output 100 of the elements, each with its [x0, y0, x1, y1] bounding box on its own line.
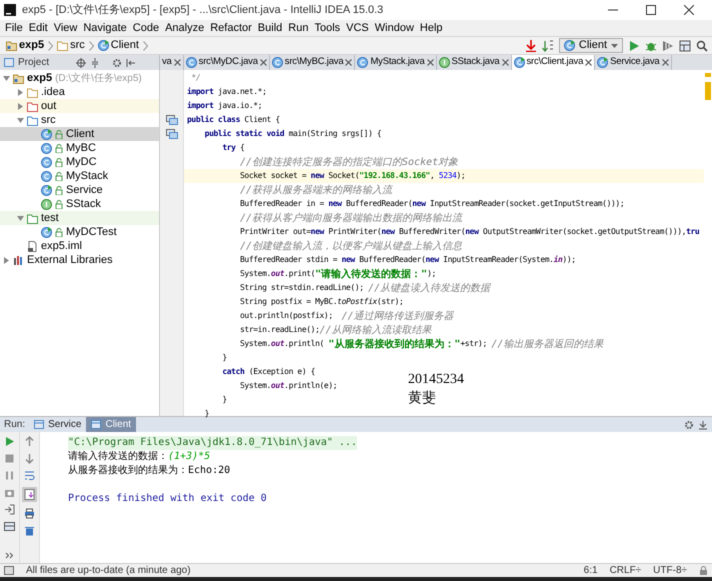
tree-item[interactable]: src: [0, 113, 159, 127]
menu-item[interactable]: Code: [130, 20, 162, 36]
editor-tab[interactable]: Service.java: [595, 55, 672, 70]
caret-position[interactable]: 6:1: [584, 563, 598, 578]
code-line: System.out.println( "从服务器接收到的结果为："+str); //输出服务器返回的结果: [238, 338, 604, 352]
editor-tab[interactable]: src\MyDC.java: [184, 55, 270, 70]
tree-item[interactable]: .idea: [0, 85, 159, 99]
interface-icon: [438, 57, 450, 68]
layout-icon[interactable]: [4, 521, 15, 532]
run-configuration-dropdown[interactable]: Client: [558, 38, 623, 53]
close-icon[interactable]: [502, 59, 508, 66]
close-icon[interactable]: [684, 5, 694, 15]
more-icon[interactable]: [5, 552, 14, 559]
tree-item[interactable]: MyBC: [0, 141, 159, 155]
soft-wrap-icon[interactable]: [24, 470, 35, 481]
code-line: String postfix = MyBC.toPostfix(str);: [238, 296, 404, 308]
overrides-icon[interactable]: [166, 129, 178, 139]
download-arrow-icon[interactable]: [524, 40, 537, 52]
panel-toggle-icon[interactable]: [4, 566, 14, 575]
trash-icon[interactable]: [24, 525, 35, 536]
menu-item[interactable]: VCS: [343, 20, 372, 36]
close-icon[interactable]: [174, 59, 181, 66]
breadcrumb-item[interactable]: Client: [96, 37, 141, 54]
expanded-arrow-icon[interactable]: [3, 74, 10, 82]
runnable-class-icon: [41, 128, 52, 140]
editor-tab[interactable]: va: [160, 55, 184, 70]
menu-item[interactable]: Help: [416, 20, 446, 36]
menu-item[interactable]: Run: [285, 20, 312, 36]
breadcrumb-item[interactable]: src: [55, 37, 87, 54]
menu-item[interactable]: View: [50, 20, 80, 36]
sort-arrows-icon[interactable]: [542, 40, 554, 52]
menu-item[interactable]: Refactor: [207, 20, 255, 36]
tree-item[interactable]: test: [0, 211, 159, 225]
locate-icon[interactable]: [76, 58, 86, 68]
runnable-class-icon: [597, 57, 608, 68]
tree-item[interactable]: MyDCTest: [0, 225, 159, 239]
code-line: //创建键盘输入流，以便客户端从键盘上输入信息: [239, 240, 462, 254]
tree-item[interactable]: External Libraries: [0, 253, 159, 267]
tree-item[interactable]: SStack: [0, 197, 159, 211]
close-icon[interactable]: [585, 59, 592, 66]
scroll-to-end-icon[interactable]: [22, 487, 37, 502]
settings-icon[interactable]: [112, 58, 122, 68]
close-icon[interactable]: [260, 59, 267, 66]
menu-item[interactable]: Analyze: [162, 20, 208, 36]
menu-item[interactable]: Build: [254, 20, 286, 36]
editor-tab[interactable]: MyStack.java: [355, 55, 437, 70]
up-arrow-icon[interactable]: [24, 436, 35, 447]
error-stripe-mark: [705, 82, 711, 100]
settings-icon[interactable]: [684, 420, 694, 430]
status-message: All files are up-to-date (a minute ago): [26, 564, 191, 578]
tree-item[interactable]: out: [0, 99, 159, 113]
chevron-icon: [88, 40, 94, 50]
print-icon[interactable]: [24, 508, 35, 519]
code-line: try {: [221, 142, 244, 154]
class-icon: [272, 57, 283, 68]
breadcrumb-item[interactable]: exp5: [4, 37, 46, 54]
close-icon[interactable]: [662, 59, 669, 66]
close-icon[interactable]: [345, 59, 352, 66]
collapse-icon[interactable]: [90, 58, 100, 68]
coverage-icon[interactable]: [662, 40, 674, 52]
menu-item[interactable]: Window: [372, 20, 417, 36]
line-separator[interactable]: CRLF÷: [610, 563, 642, 578]
menu-item[interactable]: Edit: [26, 20, 51, 36]
tree-item[interactable]: Client: [0, 127, 159, 141]
file-encoding[interactable]: UTF-8÷: [653, 563, 687, 578]
code-line: Socket socket = new Socket("192.168.43.166", 5234);: [238, 170, 466, 182]
menu-item[interactable]: File: [2, 20, 26, 36]
search-icon[interactable]: [696, 40, 708, 52]
lock-icon[interactable]: [699, 566, 708, 575]
expanded-arrow-icon[interactable]: [17, 214, 24, 222]
editor-tab[interactable]: src\Client.java: [512, 55, 596, 70]
menu-item[interactable]: Navigate: [80, 20, 130, 36]
expanded-arrow-icon[interactable]: [17, 116, 24, 124]
code-line: //创建连接特定服务器的指定端口的Socket对象: [239, 156, 458, 170]
run-icon[interactable]: [628, 40, 640, 52]
editor-tab[interactable]: SStack.java: [436, 55, 512, 70]
run-tab[interactable]: Service: [29, 417, 86, 432]
menu-item[interactable]: Tools: [311, 20, 344, 36]
hide-panel-icon[interactable]: [126, 58, 136, 68]
camera-icon[interactable]: [4, 487, 15, 498]
exit-icon[interactable]: [4, 504, 15, 515]
tree-item[interactable]: exp5.iml: [0, 239, 159, 253]
tree-item[interactable]: MyStack: [0, 169, 159, 183]
maximize-icon[interactable]: [646, 5, 656, 15]
tree-item[interactable]: Service: [0, 183, 159, 197]
module-folder-icon: [6, 40, 17, 51]
tree-item[interactable]: exp5 (D:\文件\任务\exp5): [0, 71, 159, 85]
rerun-icon[interactable]: [4, 436, 15, 447]
folder-icon: [27, 100, 38, 112]
down-arrow-icon[interactable]: [24, 453, 35, 464]
module-path: (D:\文件\任务\exp5): [55, 72, 142, 86]
project-structure-icon[interactable]: [679, 40, 691, 52]
collapsed-arrow-icon[interactable]: [3, 256, 10, 264]
hide-panel-icon[interactable]: [698, 420, 708, 430]
overrides-icon[interactable]: [166, 115, 178, 125]
code-line: public static void main(String srgs[]) {: [204, 128, 382, 140]
close-icon[interactable]: [426, 59, 434, 66]
editor-tab[interactable]: src\MyBC.java: [270, 55, 356, 70]
window-title: exp5 - [D:\文件\任务\exp5] - [exp5] - ...\src\Client.java - IntelliJ IDEA 15.0.3: [22, 2, 384, 18]
tree-item[interactable]: MyDC: [0, 155, 159, 169]
